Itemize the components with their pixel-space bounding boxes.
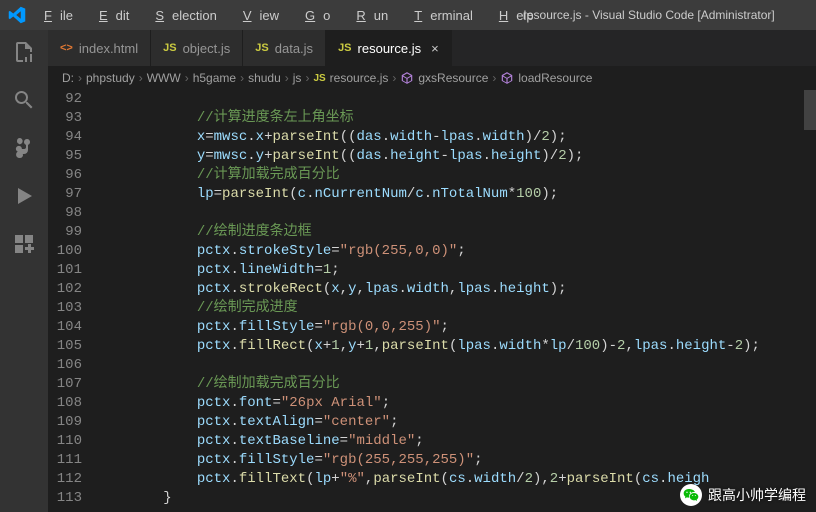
chevron-right-icon: › xyxy=(78,71,82,85)
run-debug-icon[interactable] xyxy=(12,184,36,208)
menu-bar: File Edit Selection View Go Run Terminal… xyxy=(36,4,550,27)
breadcrumb-item[interactable]: h5game xyxy=(193,71,236,85)
chevron-right-icon: › xyxy=(185,71,189,85)
title-bar: File Edit Selection View Go Run Terminal… xyxy=(0,0,816,30)
menu-view[interactable]: View xyxy=(235,4,295,27)
breadcrumb-item[interactable]: loadResource xyxy=(518,71,592,85)
tab-label: object.js xyxy=(183,41,231,56)
menu-go[interactable]: Go xyxy=(297,4,346,27)
line-gutter: 9293949596979899100101102103104105106107… xyxy=(48,90,96,512)
tab-label: data.js xyxy=(275,41,313,56)
vscode-logo-icon xyxy=(8,6,26,24)
code-editor[interactable]: 9293949596979899100101102103104105106107… xyxy=(48,90,816,512)
chevron-right-icon: › xyxy=(139,71,143,85)
breadcrumb[interactable]: D:›phpstudy›WWW›h5game›shudu›js›JSresour… xyxy=(48,66,816,90)
chevron-right-icon: › xyxy=(240,71,244,85)
tab-label: resource.js xyxy=(358,41,422,56)
js-file-icon: JS xyxy=(338,42,351,54)
tab-data-js[interactable]: JS data.js xyxy=(243,30,326,66)
editor-tabs: <> index.html JS object.js JS data.js JS resour… xyxy=(48,30,816,66)
breadcrumb-item[interactable]: shudu xyxy=(248,71,281,85)
breadcrumb-item[interactable]: js xyxy=(293,71,302,85)
breadcrumb-item[interactable]: resource.js xyxy=(330,71,389,85)
activity-bar xyxy=(0,30,48,512)
watermark-text: 跟高小帅学编程 xyxy=(708,485,806,505)
explorer-icon[interactable] xyxy=(12,40,36,64)
js-file-icon: JS xyxy=(313,73,325,84)
chevron-right-icon: › xyxy=(492,71,496,85)
search-icon[interactable] xyxy=(12,88,36,112)
scrollbar-thumb[interactable] xyxy=(804,90,816,130)
code-content[interactable]: //计算进度条左上角坐标 x=mwsc.x+parseInt((das.widt… xyxy=(96,90,816,512)
window-title: resource.js - Visual Studio Code [Admini… xyxy=(490,8,808,22)
chevron-right-icon: › xyxy=(305,71,309,85)
extensions-icon[interactable] xyxy=(12,232,36,256)
html-file-icon: <> xyxy=(60,42,73,54)
breadcrumb-item[interactable]: gxsResource xyxy=(418,71,488,85)
breadcrumb-item[interactable]: D: xyxy=(62,71,74,85)
tab-resource-js[interactable]: JS resource.js × xyxy=(326,30,452,66)
chevron-right-icon: › xyxy=(392,71,396,85)
tab-label: index.html xyxy=(79,41,138,56)
tab-object-js[interactable]: JS object.js xyxy=(151,30,243,66)
menu-edit[interactable]: Edit xyxy=(91,4,145,27)
menu-run[interactable]: Run xyxy=(348,4,404,27)
watermark: 跟高小帅学编程 xyxy=(680,484,806,506)
breadcrumb-item[interactable]: phpstudy xyxy=(86,71,135,85)
symbol-icon xyxy=(400,71,414,85)
js-file-icon: JS xyxy=(163,42,176,54)
menu-file[interactable]: File xyxy=(36,4,89,27)
js-file-icon: JS xyxy=(255,42,268,54)
menu-terminal[interactable]: Terminal xyxy=(406,4,489,27)
wechat-icon xyxy=(680,484,702,506)
tab-index-html[interactable]: <> index.html xyxy=(48,30,151,66)
source-control-icon[interactable] xyxy=(12,136,36,160)
symbol-icon xyxy=(500,71,514,85)
chevron-right-icon: › xyxy=(285,71,289,85)
menu-selection[interactable]: Selection xyxy=(147,4,232,27)
breadcrumb-item[interactable]: WWW xyxy=(147,71,181,85)
close-icon[interactable]: × xyxy=(431,41,439,56)
